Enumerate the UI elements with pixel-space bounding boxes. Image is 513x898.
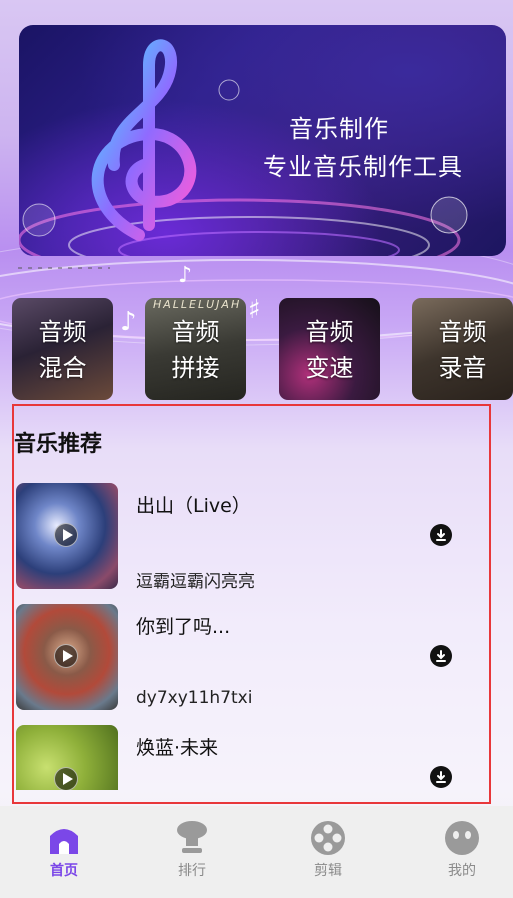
tab-home[interactable]: 首页 (0, 806, 128, 898)
play-icon[interactable] (54, 767, 78, 790)
song-title: 你到了吗... (136, 616, 231, 638)
play-icon[interactable] (54, 523, 78, 547)
tool-audio-mix[interactable]: 音频 混合 (12, 298, 113, 400)
song-artist: dy7xy11h7txi (136, 688, 253, 708)
tab-label: 我的 (448, 863, 476, 879)
home-icon (50, 829, 78, 854)
svg-text:♪: ♪ (178, 263, 192, 288)
tab-label: 剪辑 (314, 863, 342, 879)
film-reel-icon (311, 821, 345, 855)
play-icon[interactable] (54, 644, 78, 668)
tab-mine[interactable]: 我的 (398, 806, 513, 898)
tool-label-bottom: 混合 (38, 354, 87, 382)
tool-audio-record[interactable]: 音频 录音 (412, 298, 513, 400)
hallelujah-text: HALLELUJAH (153, 298, 242, 311)
download-icon[interactable] (430, 524, 452, 546)
tool-audio-splice[interactable]: HALLELUJAH 音频 拼接 (145, 298, 246, 400)
tool-label-top: 音频 (171, 318, 220, 346)
tool-label-top: 音频 (438, 318, 487, 346)
banner-title: 音乐制作 (289, 115, 389, 143)
song-item[interactable]: 出山（Live） 逗霸逗霸闪亮亮 (16, 483, 476, 592)
bottom-tab-bar: 首页 排行 剪辑 我的 (0, 806, 513, 898)
song-list-clip: 焕蓝·未来 (14, 724, 490, 790)
tool-label-bottom: 录音 (438, 354, 487, 382)
song-title: 焕蓝·未来 (136, 737, 219, 759)
song-item[interactable]: 焕蓝·未来 (16, 725, 476, 790)
tool-row: 音频 混合 HALLELUJAH 音频 拼接 音频 变速 音频 录音 (12, 298, 513, 402)
download-icon[interactable] (430, 645, 452, 667)
song-cover[interactable] (16, 725, 118, 790)
tool-label-bottom: 变速 (305, 354, 354, 382)
tab-edit[interactable]: 剪辑 (264, 806, 392, 898)
tab-label: 排行 (178, 863, 206, 879)
recommend-title: 音乐推荐 (14, 432, 103, 457)
tool-label-bottom: 拼接 (171, 354, 220, 382)
tool-label-top: 音频 (38, 318, 87, 346)
tool-label-top: 音频 (305, 318, 354, 346)
song-title: 出山（Live） (136, 495, 251, 517)
tab-ranking[interactable]: 排行 (128, 806, 256, 898)
tab-label: 首页 (50, 863, 78, 879)
tool-audio-speed[interactable]: 音频 变速 (279, 298, 380, 400)
music-banner[interactable]: 音乐制作 专业音乐制作工具 (19, 25, 506, 256)
banner-subtitle: 专业音乐制作工具 (263, 153, 463, 181)
song-item[interactable]: 你到了吗... dy7xy11h7txi (16, 604, 476, 710)
trophy-icon (177, 821, 207, 853)
song-cover[interactable] (16, 604, 118, 710)
download-icon[interactable] (430, 766, 452, 788)
song-cover[interactable] (16, 483, 118, 589)
face-icon (445, 821, 479, 855)
song-artist: 逗霸逗霸闪亮亮 (136, 572, 255, 592)
